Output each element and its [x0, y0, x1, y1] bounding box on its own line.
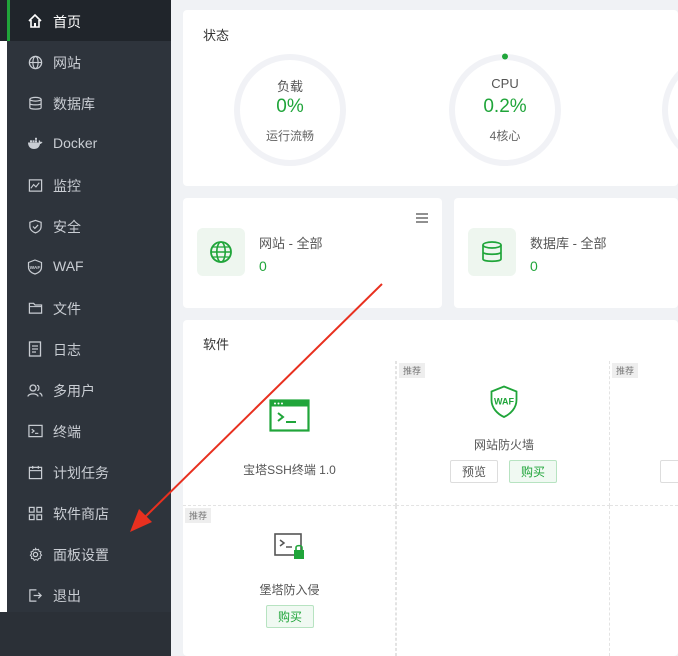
menu-icon[interactable] — [416, 210, 428, 228]
recommend-tag: 推荐 — [612, 363, 639, 378]
software-item-intrusion[interactable]: 推荐 堡塔防入侵 购买 — [183, 506, 396, 656]
cpu-label: CPU — [491, 76, 519, 91]
sidebar-item-terminal[interactable]: 终端 — [0, 410, 171, 451]
sidebar-item-logs[interactable]: 日志 — [0, 328, 171, 369]
recommend-tag: 推荐 — [399, 363, 426, 378]
sidebar-item-website[interactable]: 网站 — [0, 41, 171, 82]
preview-button-partial[interactable] — [660, 460, 678, 483]
waf-badge-text: WAF — [494, 397, 514, 407]
sidebar-item-users[interactable]: 多用户 — [0, 369, 171, 410]
sidebar-item-label: 监控 — [53, 178, 81, 194]
software-title: 软件 — [203, 337, 230, 352]
calendar-icon — [27, 464, 43, 480]
software-item-ssh[interactable]: 宝塔SSH终端 1.0 — [183, 361, 396, 506]
sidebar-item-label: Docker — [53, 135, 98, 151]
sidebar-item-label: WAF — [53, 258, 84, 274]
recommend-tag: 推荐 — [185, 508, 212, 523]
website-stat-title: 网站 - 全部 — [259, 236, 323, 251]
svg-text:WAF: WAF — [30, 265, 41, 271]
shield-icon — [27, 218, 43, 234]
partial-gauge — [662, 70, 678, 150]
log-icon — [27, 341, 43, 357]
sidebar-item-label: 终端 — [53, 424, 81, 440]
software-card: 软件 宝塔SSH终端 1.0 推荐 WAF 网站防火墙 预览 购买 推荐 推荐 … — [183, 320, 678, 656]
globe-icon — [27, 54, 43, 70]
status-card: 状态 负载 0% 运行流畅 CPU 0.2% 4核心 — [183, 10, 678, 186]
database-stat-card[interactable]: 数据库 - 全部 0 — [454, 198, 678, 308]
terminal-lock-icon — [274, 533, 306, 566]
software-name: 堡塔防入侵 — [259, 583, 320, 597]
sidebar-item-home[interactable]: 首页 — [0, 0, 171, 41]
sidebar-item-label: 计划任务 — [53, 465, 109, 481]
waf-shield-icon: WAF — [489, 385, 519, 424]
load-gauge[interactable]: 负载 0% 运行流畅 — [233, 53, 347, 167]
sidebar-item-docker[interactable]: Docker — [0, 123, 171, 164]
load-label: 负载 — [276, 79, 303, 94]
monitor-icon — [27, 177, 43, 193]
logout-icon — [27, 587, 43, 603]
sidebar-item-settings[interactable]: 面板设置 — [0, 533, 171, 574]
sidebar-item-cron[interactable]: 计划任务 — [0, 451, 171, 492]
cpu-value: 0.2% — [483, 96, 527, 117]
software-item-waf[interactable]: 推荐 WAF 网站防火墙 预览 购买 — [396, 361, 610, 506]
buy-button[interactable]: 购买 — [266, 605, 314, 628]
status-title: 状态 — [203, 28, 230, 43]
software-name: 网站防火墙 — [473, 438, 534, 452]
load-sub: 运行流畅 — [265, 129, 314, 143]
waf-icon: WAF — [27, 259, 43, 275]
sidebar-item-label: 日志 — [53, 342, 81, 358]
website-stat-value[interactable]: 0 — [259, 258, 267, 274]
sidebar: 首页 网站 数据库 Docker 监控 安全 WAF WAF 文件 日志 多用户… — [0, 0, 171, 656]
sidebar-item-monitor[interactable]: 监控 — [0, 164, 171, 205]
sidebar-item-label: 网站 — [53, 55, 81, 71]
sidebar-item-waf[interactable]: WAF WAF — [0, 246, 171, 287]
terminal-window-icon — [269, 399, 310, 437]
sidebar-item-label: 面板设置 — [53, 547, 109, 563]
sidebar-item-label: 首页 — [53, 14, 81, 30]
docker-icon — [27, 136, 43, 152]
sidebar-item-logout[interactable]: 退出 — [0, 574, 171, 615]
sidebar-item-store[interactable]: 软件商店 — [0, 492, 171, 533]
gear-icon — [27, 546, 43, 562]
software-item-partial[interactable]: 推荐 — [610, 361, 678, 506]
software-item-empty — [396, 506, 610, 656]
database-stat-value[interactable]: 0 — [530, 258, 538, 274]
cpu-sub: 4核心 — [489, 129, 521, 143]
sidebar-item-security[interactable]: 安全 — [0, 205, 171, 246]
sidebar-item-label: 多用户 — [53, 383, 95, 399]
sidebar-item-label: 文件 — [53, 301, 81, 317]
users-icon — [27, 382, 43, 398]
sidebar-item-label: 数据库 — [53, 96, 95, 112]
home-icon — [27, 13, 43, 29]
sidebar-bottom — [0, 612, 171, 656]
folder-icon — [27, 300, 43, 316]
globe-icon — [197, 228, 245, 276]
preview-button[interactable]: 预览 — [450, 460, 498, 483]
sidebar-item-database[interactable]: 数据库 — [0, 82, 171, 123]
buy-button[interactable]: 购买 — [509, 460, 557, 483]
database-icon — [27, 95, 43, 111]
sidebar-item-label: 软件商店 — [53, 506, 109, 522]
sidebar-item-label: 退出 — [53, 588, 81, 604]
sidebar-item-files[interactable]: 文件 — [0, 287, 171, 328]
grid-icon — [27, 505, 43, 521]
cpu-gauge[interactable]: CPU 0.2% 4核心 — [448, 53, 562, 167]
website-stat-card[interactable]: 网站 - 全部 0 — [183, 198, 442, 308]
database-icon — [468, 228, 516, 276]
database-stat-title: 数据库 - 全部 — [530, 236, 607, 251]
terminal-icon — [27, 423, 43, 439]
software-name: 宝塔SSH终端 1.0 — [243, 463, 336, 477]
load-value: 0% — [276, 96, 304, 117]
sidebar-item-label: 安全 — [53, 219, 81, 235]
